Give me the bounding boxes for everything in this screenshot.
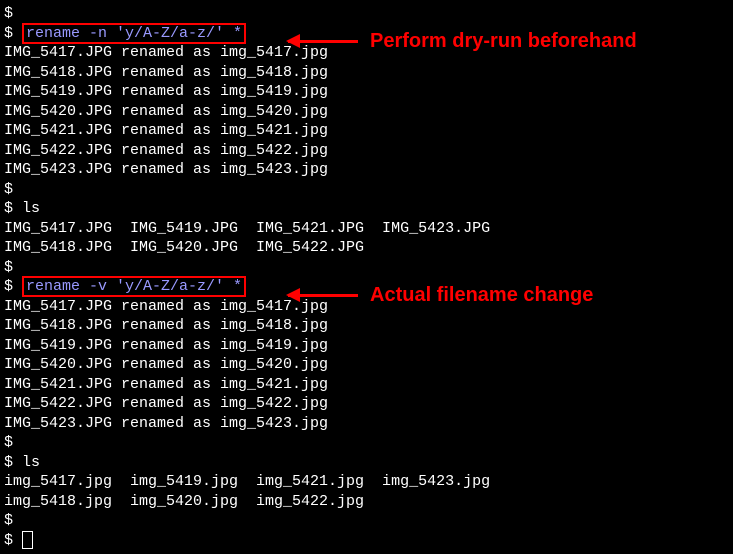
prompt-line: $ xyxy=(4,4,729,24)
prompt: $ xyxy=(4,25,22,42)
output-line: IMG_5422.JPG renamed as img_5422.jpg xyxy=(4,394,729,414)
output-line: IMG_5418.JPG renamed as img_5418.jpg xyxy=(4,63,729,83)
prompt-line: $ xyxy=(4,511,729,531)
ls-command: $ ls xyxy=(4,453,729,473)
annotation-dryrun-text: Perform dry-run beforehand xyxy=(370,28,637,54)
output-line: IMG_5421.JPG renamed as img_5421.jpg xyxy=(4,375,729,395)
rename-dryrun-command: rename -n 'y/A-Z/a-z/' * xyxy=(22,23,246,44)
ls-output: img_5417.jpg img_5419.jpg img_5421.jpg i… xyxy=(4,472,729,492)
arrow-icon xyxy=(288,294,358,297)
ls-command: $ ls xyxy=(4,199,729,219)
output-line: IMG_5422.JPG renamed as img_5422.jpg xyxy=(4,141,729,161)
arrow-icon xyxy=(288,40,358,43)
output-line: IMG_5419.JPG renamed as img_5419.jpg xyxy=(4,336,729,356)
annotation-dryrun: Perform dry-run beforehand xyxy=(288,28,637,54)
prompt-line: $ xyxy=(4,180,729,200)
output-line: IMG_5420.JPG renamed as img_5420.jpg xyxy=(4,102,729,122)
output-line: IMG_5421.JPG renamed as img_5421.jpg xyxy=(4,121,729,141)
ls-output: IMG_5417.JPG IMG_5419.JPG IMG_5421.JPG I… xyxy=(4,219,729,239)
ls-output: IMG_5418.JPG IMG_5420.JPG IMG_5422.JPG xyxy=(4,238,729,258)
prompt-line: $ xyxy=(4,258,729,278)
output-line: IMG_5418.JPG renamed as img_5418.jpg xyxy=(4,316,729,336)
annotation-actual: Actual filename change xyxy=(288,282,593,308)
ls-output: img_5418.jpg img_5420.jpg img_5422.jpg xyxy=(4,492,729,512)
prompt: $ xyxy=(4,532,22,549)
annotation-actual-text: Actual filename change xyxy=(370,282,593,308)
output-line: IMG_5423.JPG renamed as img_5423.jpg xyxy=(4,414,729,434)
output-line: IMG_5419.JPG renamed as img_5419.jpg xyxy=(4,82,729,102)
rename-actual-command: rename -v 'y/A-Z/a-z/' * xyxy=(22,276,246,297)
cursor-icon xyxy=(22,531,33,549)
terminal[interactable]: Perform dry-run beforehand Actual filena… xyxy=(0,0,733,554)
output-line: IMG_5423.JPG renamed as img_5423.jpg xyxy=(4,160,729,180)
output-line: IMG_5420.JPG renamed as img_5420.jpg xyxy=(4,355,729,375)
prompt-line: $ xyxy=(4,433,729,453)
prompt: $ xyxy=(4,278,22,295)
prompt-line-cursor[interactable]: $ xyxy=(4,531,729,551)
